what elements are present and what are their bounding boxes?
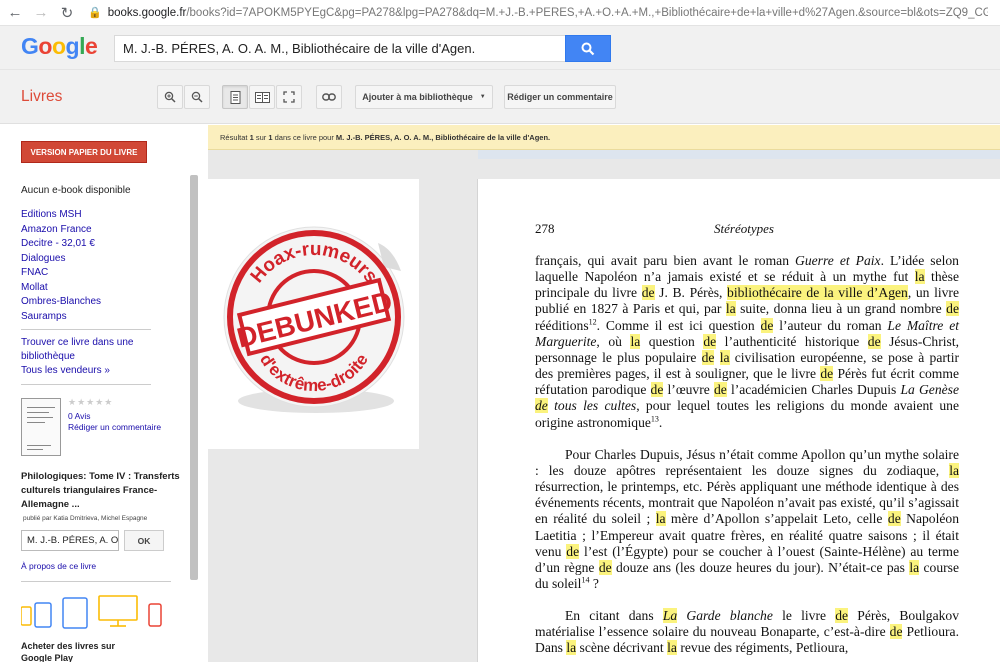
search-icon: [581, 42, 595, 55]
reviews-count-link[interactable]: 0 Avis: [68, 411, 91, 421]
logo-letter: o: [51, 33, 66, 59]
play-line1: Acheter des livres sur: [21, 641, 116, 651]
divider: [21, 329, 151, 330]
page-paragraph: français, qui avait paru bien avant le r…: [535, 253, 960, 430]
find-in-library-link[interactable]: Trouver ce livre dans une bibliothèque: [21, 336, 133, 364]
cover-line: [27, 407, 55, 408]
about-book-link[interactable]: À propos de ce livre: [21, 561, 96, 571]
running-head: Stéréotypes: [714, 221, 774, 236]
zoom-in-icon: [164, 91, 176, 103]
google-header: Google M. J.-B. PÉRES, A. O. A. M., Bibl…: [0, 26, 1000, 70]
page-number: 278: [535, 221, 555, 236]
seller-link[interactable]: Sauramps: [21, 311, 67, 322]
book-cover-thumbnail[interactable]: [21, 398, 61, 456]
seller-link[interactable]: Mollat: [21, 282, 48, 293]
book-authors: publié par Katia Dmitrieva, Michel Espag…: [23, 515, 148, 522]
play-line2: Google Play: [21, 653, 74, 662]
page-top-band: [478, 150, 1000, 159]
sidebar-scrollbar[interactable]: [190, 175, 198, 580]
two-page-view-button[interactable]: [249, 85, 275, 109]
seller-link[interactable]: Ombres-Blanches: [21, 296, 101, 307]
google-play-promo[interactable]: Acheter des livres sur Google Play: [21, 640, 141, 662]
all-sellers-link[interactable]: Tous les vendeurs »: [21, 365, 110, 376]
find-library-line1: Trouver ce livre dans une: [21, 337, 134, 348]
cover-line: [27, 417, 53, 418]
search-button[interactable]: [565, 35, 611, 62]
page-body: français, qui avait paru bien avant le r…: [535, 253, 959, 662]
two-page-icon: [254, 91, 270, 103]
books-toolbar: Livres Ajouter à ma bibliothèque ▼ Rédig…: [0, 70, 1000, 124]
url-field[interactable]: books.google.fr/books?id=7APOKM5PYEgC&pg…: [108, 7, 988, 19]
book-title: Philologiques: Tome IV : Transferts cult…: [21, 471, 180, 510]
seller-link[interactable]: Editions MSH: [21, 209, 82, 220]
write-review-button[interactable]: Rédiger un commentaire: [504, 85, 616, 109]
seller-link[interactable]: Decitre - 32,01 €: [21, 238, 95, 249]
link-button[interactable]: [316, 85, 342, 109]
find-library-line2: bibliothèque: [21, 351, 75, 362]
result-prefix: Résultat: [220, 133, 250, 142]
add-to-library-button[interactable]: Ajouter à ma bibliothèque ▼: [355, 85, 493, 109]
debunked-stamp-icon: Hoax-rumeurs d'extrême-droite DEBUNKED: [223, 226, 405, 413]
logo-letter: g: [65, 33, 80, 59]
stamp-panel: Hoax-rumeurs d'extrême-droite DEBUNKED: [208, 179, 419, 449]
fullscreen-icon: [283, 91, 295, 103]
zoom-out-button[interactable]: [184, 85, 210, 109]
lock-icon: 🔒: [88, 7, 102, 19]
forward-arrow-icon[interactable]: →: [30, 2, 52, 24]
rating-stars: ★★★★★: [68, 397, 114, 407]
cover-line: [27, 422, 45, 423]
inbook-search-ok-button[interactable]: OK: [124, 530, 164, 551]
logo-letter: o: [38, 33, 52, 59]
seller-link[interactable]: FNAC: [21, 267, 48, 278]
result-query: M. J.-B. PÉRES, A. O. A. M., Bibliothéca…: [335, 133, 551, 142]
result-suffix: dans ce livre pour: [272, 133, 336, 142]
write-review-link[interactable]: Rédiger un commentaire: [68, 422, 161, 432]
dropdown-arrow-icon: ▼: [479, 94, 486, 100]
book-page: 278 Stéréotypes français, qui avait paru…: [477, 179, 1000, 662]
section-title[interactable]: Livres: [21, 88, 62, 106]
link-icon: [322, 93, 336, 101]
screen: ← → ↻ 🔒 books.google.fr/books?id=7APOKM5…: [0, 0, 1000, 662]
cover-line: [27, 412, 49, 413]
reload-icon[interactable]: ↻: [56, 2, 78, 24]
inbook-search-input[interactable]: M. J.-B. PÉRES, A. O. A. M., Bibliothéca…: [21, 530, 119, 551]
search-result-bar: Résultat 1 sur 1 dans ce livre pour M. J…: [208, 125, 1000, 150]
seller-link[interactable]: Amazon France: [21, 224, 92, 235]
cover-line: [27, 449, 43, 450]
fullscreen-button[interactable]: [276, 85, 302, 109]
add-to-library-label: Ajouter à ma bibliothèque: [362, 92, 473, 102]
search-input[interactable]: M. J.-B. PÉRES, A. O. A. M., Bibliothéca…: [114, 35, 566, 62]
devices-illustration-icon: [21, 595, 162, 629]
logo-letter: G: [21, 33, 39, 59]
single-page-view-button[interactable]: [222, 85, 248, 109]
browser-address-bar: ← → ↻ 🔒 books.google.fr/books?id=7APOKM5…: [0, 0, 1000, 26]
zoom-in-button[interactable]: [157, 85, 183, 109]
back-arrow-icon[interactable]: ←: [4, 2, 26, 24]
print-version-button[interactable]: VERSION PAPIER DU LIVRE: [21, 141, 147, 163]
no-ebook-text: Aucun e-book disponible: [21, 185, 131, 196]
page-paragraph: Pour Charles Dupuis, Jésus n’était comme…: [535, 446, 960, 591]
sidebar: VERSION PAPIER DU LIVRE Aucun e-book dis…: [0, 125, 200, 662]
url-path: /books?id=7APOKM5PYEgC&pg=PA278&lpg=PA27…: [186, 6, 988, 19]
result-mid: sur: [253, 133, 269, 142]
url-host: books.google.fr: [107, 6, 187, 19]
write-review-label: Rédiger un commentaire: [507, 92, 613, 102]
single-page-icon: [230, 90, 240, 104]
seller-link[interactable]: Dialogues: [21, 253, 65, 264]
google-logo[interactable]: Google: [21, 33, 98, 60]
book-viewer: Résultat 1 sur 1 dans ce livre pour M. J…: [208, 125, 1000, 662]
cover-line: [27, 445, 51, 446]
zoom-out-icon: [191, 91, 203, 103]
logo-letter: e: [84, 33, 98, 59]
divider: [21, 384, 151, 385]
divider: [21, 581, 171, 582]
page-paragraph: En citant dans La Garde blanche le livre…: [535, 608, 959, 656]
